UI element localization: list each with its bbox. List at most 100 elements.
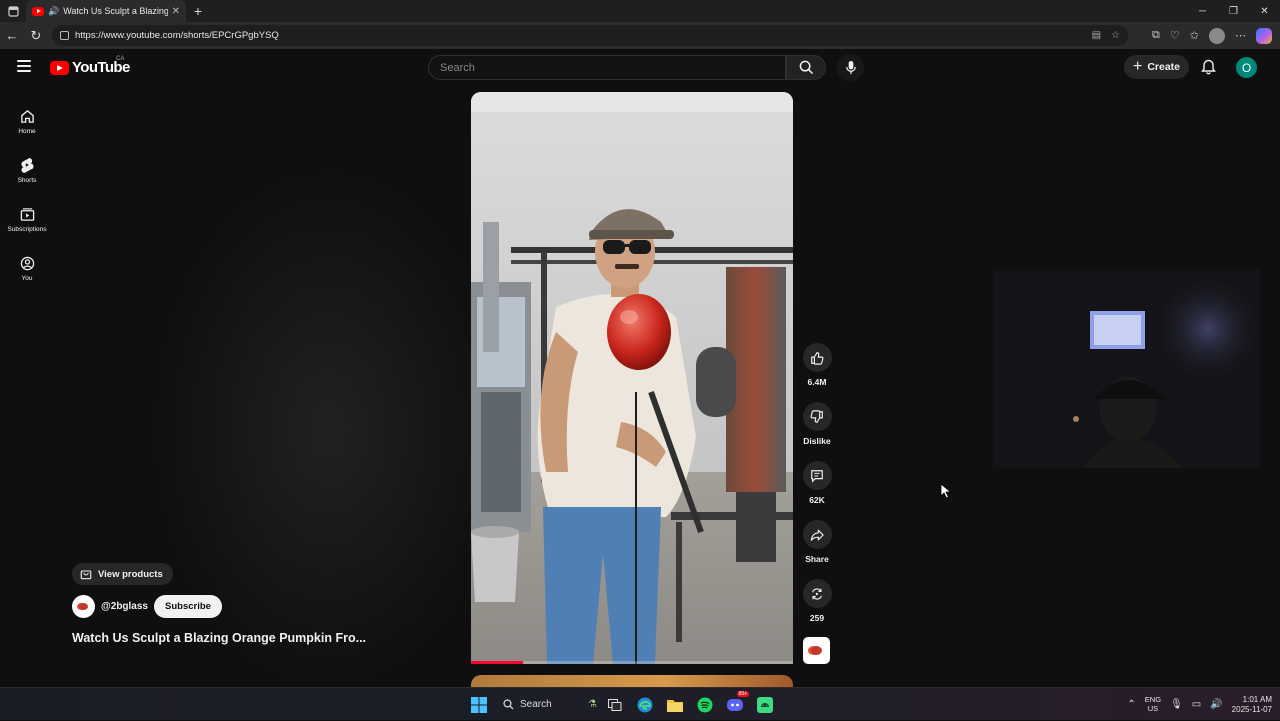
start-button[interactable] — [467, 693, 491, 717]
video-frame — [471, 92, 793, 664]
search-button[interactable] — [786, 55, 826, 80]
like-button[interactable]: 6.4M — [798, 343, 836, 387]
share-button[interactable]: Share — [798, 520, 836, 564]
system-clock[interactable]: 1:01 AM 2025-11-07 — [1232, 695, 1272, 715]
remix-count: 259 — [809, 613, 825, 623]
video-progress-bar[interactable] — [471, 661, 793, 664]
microphone-icon — [845, 60, 856, 75]
share-icon — [810, 529, 824, 541]
browser-tab-bar: 🔊 Watch Us Sculpt a Blazing O ✕ + ─ ❐ ✕ — [0, 0, 1280, 22]
taskbar-search[interactable]: Search ⚗ — [497, 693, 597, 717]
refresh-button[interactable]: ↻ — [24, 22, 48, 49]
restore-button[interactable]: ❐ — [1218, 0, 1249, 22]
dislike-button[interactable]: Dislike — [798, 402, 836, 446]
channel-avatar[interactable] — [72, 595, 95, 618]
remix-icon — [812, 587, 822, 600]
view-products-button[interactable]: View products — [72, 563, 173, 585]
like-count: 6.4M — [807, 377, 827, 387]
clock-time: 1:01 AM — [1242, 694, 1272, 704]
more-menu-icon[interactable]: ⋯ — [1235, 29, 1246, 42]
remix-button[interactable]: 259 — [798, 579, 836, 623]
volume-icon[interactable]: 🔊 — [1210, 699, 1222, 710]
sound-source-thumbnail[interactable] — [803, 637, 830, 664]
youtube-play-icon — [50, 60, 69, 75]
youtube-page: YouTube CA Search + Create O Home Shorts — [3, 49, 1277, 687]
extensions-icon[interactable]: ⧉ — [1152, 29, 1160, 42]
webcam-overlay — [993, 269, 1260, 468]
sidebar-item-shorts[interactable]: Shorts — [3, 146, 51, 195]
favorites-icon[interactable]: ✩ — [1190, 29, 1199, 42]
windows-logo-icon — [471, 696, 487, 713]
browser-profile-avatar[interactable] — [1209, 27, 1225, 44]
task-view-icon[interactable] — [603, 693, 627, 717]
search-input[interactable]: Search — [428, 55, 786, 80]
discord-icon[interactable]: 99+ — [723, 690, 749, 717]
share-label: Share — [805, 554, 829, 564]
sidebar-item-label: Home — [18, 127, 36, 135]
menu-icon[interactable] — [17, 60, 31, 72]
channel-row: @2bglass Subscribe — [72, 595, 222, 618]
discord-badge: 99+ — [736, 690, 749, 697]
show-hidden-icons-chevron-icon[interactable]: ⌃ — [1127, 699, 1135, 710]
favorite-star-icon[interactable]: ☆ — [1111, 30, 1120, 41]
shopping-bag-icon — [80, 570, 92, 580]
channel-name[interactable]: @2bglass — [101, 601, 148, 612]
browser-toolbar: ← ↻ https://www.youtube.com/shorts/EPCrG… — [0, 22, 1280, 49]
close-window-button[interactable]: ✕ — [1249, 0, 1280, 22]
dislike-label: Dislike — [803, 436, 831, 446]
search-highlight-icon: ⚗ — [588, 699, 597, 710]
sidebar-item-home[interactable]: Home — [3, 97, 51, 146]
sidebar-item-label: Subscriptions — [7, 225, 47, 233]
short-title[interactable]: Watch Us Sculpt a Blazing Orange Pumpkin… — [72, 631, 372, 645]
subscribe-button[interactable]: Subscribe — [154, 595, 222, 618]
comments-button[interactable]: 62K — [798, 461, 836, 505]
input-language[interactable]: ENG US — [1145, 695, 1161, 713]
immersive-reader-icon[interactable]: ▤ — [1092, 30, 1101, 41]
new-tab-button[interactable]: + — [186, 3, 210, 19]
search-placeholder: Search — [440, 61, 475, 74]
you-icon — [20, 256, 34, 270]
home-icon — [20, 109, 34, 123]
sidebar-item-subscriptions[interactable]: Subscriptions — [3, 195, 51, 244]
sidebar-item-you[interactable]: You — [3, 244, 51, 293]
notifications-bell-icon[interactable] — [1199, 58, 1217, 76]
browser-tab-active[interactable]: 🔊 Watch Us Sculpt a Blazing O ✕ — [26, 0, 186, 22]
subscriptions-icon — [20, 207, 34, 221]
voice-search-button[interactable] — [837, 54, 864, 81]
back-button[interactable]: ← — [0, 22, 24, 49]
speaker-icon[interactable]: 🔊 — [48, 6, 59, 17]
edge-browser-icon[interactable] — [633, 693, 657, 717]
mini-guide: Home Shorts Subscriptions You — [3, 97, 51, 293]
network-icon[interactable]: ▭ — [1192, 699, 1201, 710]
youtube-logo[interactable]: YouTube CA — [50, 56, 130, 76]
site-info-icon[interactable] — [60, 31, 69, 40]
tab-close-icon[interactable]: ✕ — [172, 6, 180, 17]
search-icon — [503, 699, 514, 710]
comment-count: 62K — [809, 495, 825, 505]
shorts-video-player[interactable] — [471, 92, 793, 664]
country-code: CA — [116, 56, 125, 62]
progress-fill — [471, 661, 523, 664]
thumbs-up-icon — [811, 351, 824, 365]
android-app-icon[interactable] — [753, 693, 777, 717]
search-icon — [799, 60, 813, 75]
spotify-icon[interactable] — [693, 693, 717, 717]
browser-essentials-icon[interactable]: ♡ — [1170, 29, 1180, 42]
address-bar[interactable]: https://www.youtube.com/shorts/EPCrGPgbY… — [52, 25, 1128, 46]
microphone-tray-icon[interactable]: 🎙 — [1170, 699, 1183, 710]
minimize-button[interactable]: ─ — [1187, 0, 1218, 22]
sidebar-item-label: Shorts — [17, 177, 37, 184]
thumbs-down-icon — [810, 409, 823, 423]
create-button[interactable]: + Create — [1124, 55, 1189, 79]
next-short-preview[interactable] — [471, 675, 793, 687]
copilot-icon[interactable] — [1256, 27, 1272, 44]
mouse-cursor-icon — [940, 483, 952, 499]
plus-icon: + — [1132, 57, 1143, 75]
windows-taskbar: Search ⚗ 99+ ⌃ ENG US 🎙 ▭ 🔊 1:01 AM 2025… — [0, 687, 1280, 720]
tab-title: Watch Us Sculpt a Blazing O — [63, 6, 168, 16]
tab-actions-icon[interactable] — [0, 0, 26, 22]
masthead: YouTube CA Search + Create O — [3, 49, 1277, 87]
account-avatar[interactable]: O — [1236, 57, 1257, 78]
url-text: https://www.youtube.com/shorts/EPCrGPgbY… — [75, 30, 279, 41]
file-explorer-icon[interactable] — [663, 693, 687, 717]
